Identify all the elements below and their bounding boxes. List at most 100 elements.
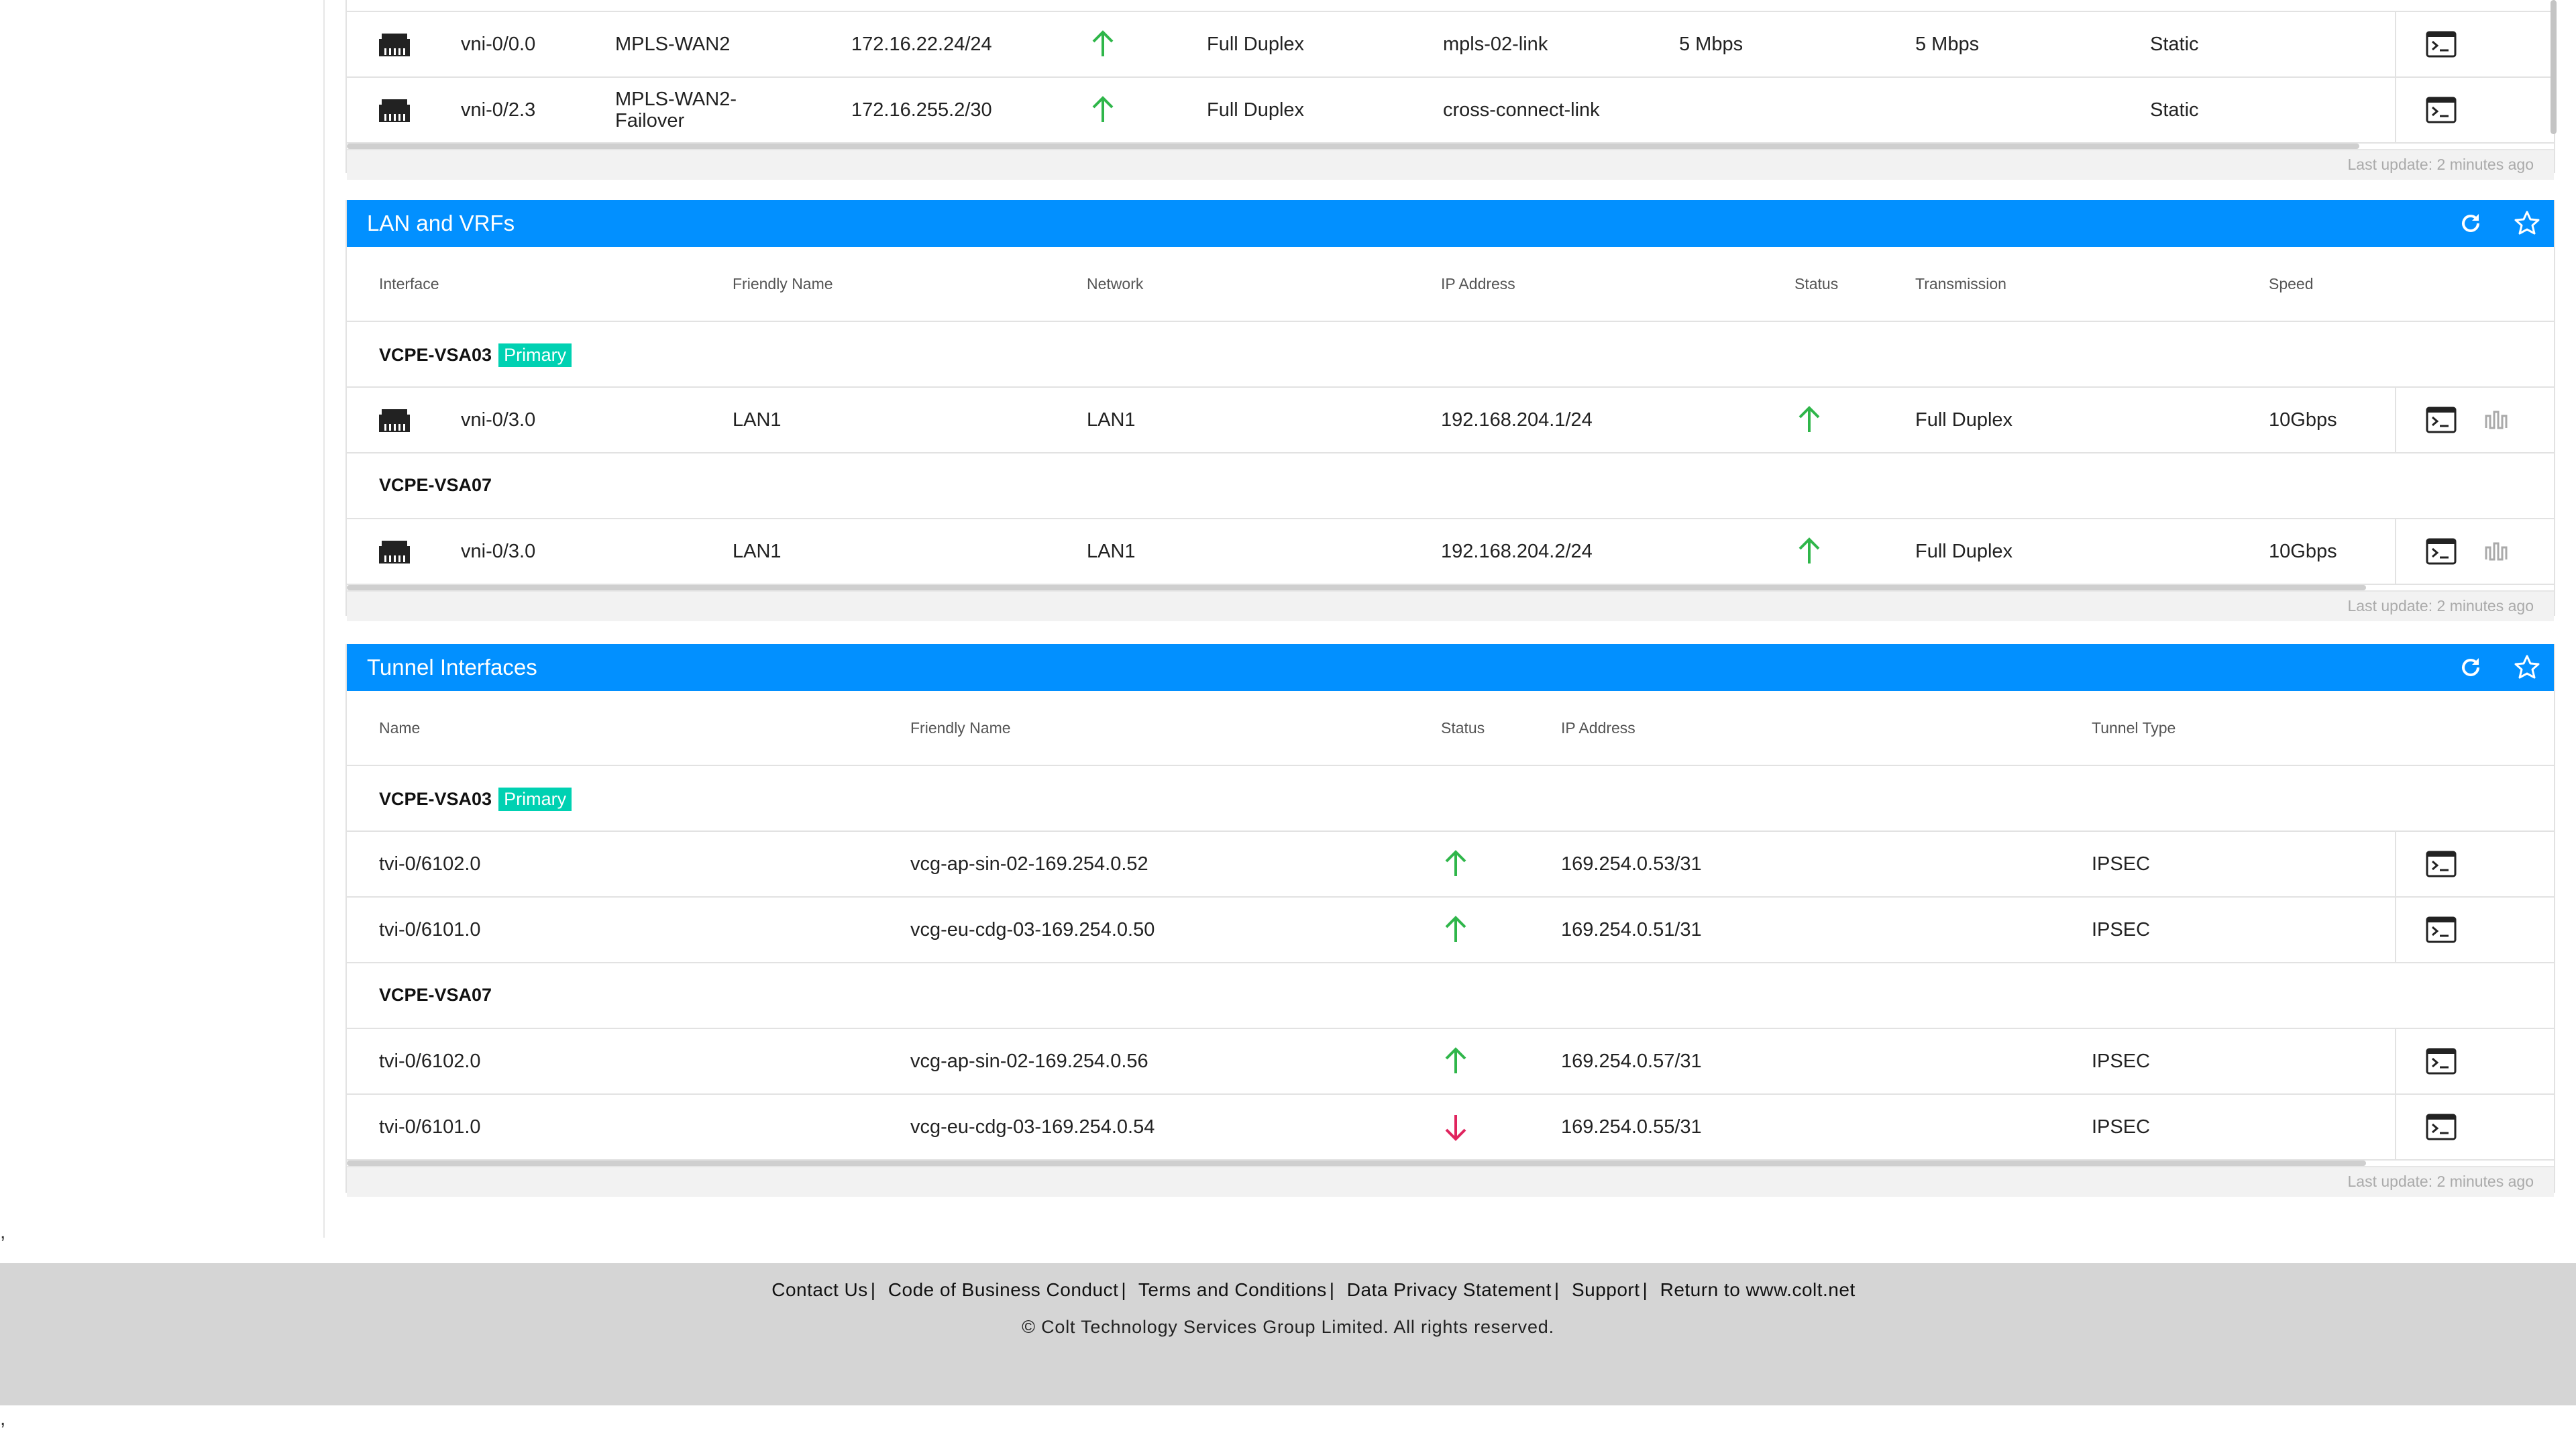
table-row: tvi-0/6102.0 vcg-ap-sin-02-169.254.0.56 …: [347, 1029, 2554, 1095]
terminal-icon: [2426, 97, 2457, 123]
last-update: Last update: 2 minutes ago: [2347, 597, 2534, 614]
terminal-button[interactable]: [2425, 1046, 2457, 1077]
group-header: VCPE-VSA07: [347, 963, 2554, 1029]
friendly-name: MPLS-WAN2: [615, 34, 731, 55]
arrow-up-icon: [1445, 1047, 1466, 1073]
table-row: vni-0/2.3 MPLS-WAN2-Failover 172.16.255.…: [347, 78, 2554, 144]
ethernet-port-icon: [379, 409, 410, 432]
terminal-icon: [2426, 407, 2457, 433]
terminal-button[interactable]: [2425, 405, 2457, 435]
star-icon: [2514, 655, 2540, 679]
column-header[interactable]: IP Address: [1441, 275, 1515, 293]
column-header[interactable]: Interface: [379, 275, 439, 293]
ip-address: 169.254.0.55/31: [1561, 1116, 1702, 1138]
horizontal-scrollbar[interactable]: [347, 1161, 2554, 1166]
actions-divider: [2395, 832, 2396, 896]
column-header[interactable]: Friendly Name: [733, 275, 833, 293]
table-row: tvi-0/6102.0 vcg-ap-sin-02-169.254.0.52 …: [347, 832, 2554, 898]
table-header: Name Friendly Name Status IP Address Tun…: [347, 691, 2554, 766]
horizontal-scrollbar[interactable]: [347, 585, 2554, 590]
table-row: vni-0/3.0 LAN1 LAN1 192.168.204.2/24 Ful…: [347, 519, 2554, 585]
tunnel-type: IPSEC: [2092, 1116, 2151, 1138]
column-header[interactable]: Tunnel Type: [2092, 719, 2176, 737]
scrollbar-thumb[interactable]: [347, 144, 2359, 149]
tunnel-name: tvi-0/6102.0: [379, 853, 481, 875]
refresh-icon: [2462, 214, 2479, 232]
interface-name: vni-0/3.0: [461, 409, 536, 431]
scrollbar-thumb[interactable]: [347, 585, 2366, 590]
column-header[interactable]: Status: [1794, 275, 1838, 293]
interface-name: vni-0/3.0: [461, 541, 536, 562]
terminal-button[interactable]: [2425, 1112, 2457, 1142]
refresh-button[interactable]: [2457, 654, 2484, 681]
horizontal-scrollbar[interactable]: [347, 144, 2554, 149]
actions-divider: [2395, 12, 2396, 76]
diagnostics-button[interactable]: [2480, 405, 2512, 435]
arrow-up-icon: [1092, 30, 1114, 56]
column-header[interactable]: Status: [1441, 719, 1485, 737]
lan-vrfs-panel: LAN and VRFs Interface Friendly Name Net…: [345, 200, 2555, 621]
transmission: Full Duplex: [1207, 99, 1305, 121]
terminal-button[interactable]: [2425, 95, 2457, 125]
footer-link-terms[interactable]: Terms and Conditions: [1138, 1279, 1327, 1300]
tunnel-name: tvi-0/6102.0: [379, 1051, 481, 1072]
terminal-button[interactable]: [2425, 849, 2457, 879]
last-update: Last update: 2 minutes ago: [2347, 1173, 2534, 1190]
interface-name: vni-0/0.0: [461, 34, 536, 55]
footer-link-contact[interactable]: Contact Us: [771, 1279, 868, 1300]
vertical-scrollbar-thumb[interactable]: [2551, 0, 2557, 134]
ip-address: 169.254.0.57/31: [1561, 1051, 1702, 1072]
column-header[interactable]: Transmission: [1915, 275, 2006, 293]
network: LAN1: [1087, 409, 1136, 431]
terminal-icon: [2426, 916, 2457, 943]
favorite-button[interactable]: [2514, 210, 2540, 237]
copyright: © Colt Technology Services Group Limited…: [1022, 1317, 1554, 1337]
arrow-up-icon: [1445, 850, 1466, 876]
ip-address: 169.254.0.51/31: [1561, 919, 1702, 941]
last-update: Last update: 2 minutes ago: [2347, 156, 2534, 173]
column-header[interactable]: Friendly Name: [910, 719, 1011, 737]
footer-link-privacy[interactable]: Data Privacy Statement: [1347, 1279, 1552, 1300]
address-type: Static: [2150, 34, 2199, 55]
vertical-scrollbar[interactable]: [2549, 0, 2559, 1449]
wan-panel: vni-0/0.0 MPLS-WAN2 172.16.22.24/24 Full…: [345, 0, 2555, 180]
actions-divider: [2395, 388, 2396, 452]
arrow-down-icon: [1445, 1115, 1466, 1141]
link-name: cross-connect-link: [1443, 99, 1600, 121]
link-name: mpls-02-link: [1443, 34, 1548, 55]
actions-divider: [2395, 78, 2396, 142]
favorite-button[interactable]: [2514, 654, 2540, 681]
arrow-up-icon: [1445, 916, 1466, 942]
refresh-button[interactable]: [2457, 210, 2484, 237]
terminal-button[interactable]: [2425, 29, 2457, 60]
friendly-name: MPLS-WAN2-Failover: [615, 89, 737, 131]
panel-title: LAN and VRFs: [367, 211, 515, 235]
star-icon: [2514, 211, 2540, 235]
panel-footer: Last update: 2 minutes ago: [347, 149, 2554, 180]
ip-address: 192.168.204.1/24: [1441, 409, 1593, 431]
device-name: VCPE-VSA03 Primary: [379, 788, 572, 811]
panel-title: Tunnel Interfaces: [367, 655, 537, 680]
footer-link-conduct[interactable]: Code of Business Conduct: [888, 1279, 1119, 1300]
terminal-icon: [2426, 31, 2457, 58]
sidebar-divider: [323, 0, 325, 1238]
column-header[interactable]: Speed: [2269, 275, 2314, 293]
panel-footer: Last update: 2 minutes ago: [347, 590, 2554, 621]
tunnel-type: IPSEC: [2092, 1051, 2151, 1072]
terminal-button[interactable]: [2425, 536, 2457, 567]
footer-link-colt[interactable]: Return to www.colt.net: [1660, 1279, 1856, 1300]
stray-text: ,: [0, 1221, 6, 1243]
column-header[interactable]: Name: [379, 719, 420, 737]
actions-divider: [2395, 898, 2396, 962]
tunnel-type: IPSEC: [2092, 853, 2151, 875]
column-header[interactable]: IP Address: [1561, 719, 1635, 737]
tunnel-name: tvi-0/6101.0: [379, 919, 481, 941]
terminal-icon: [2426, 1048, 2457, 1075]
table-row: tvi-0/6101.0 vcg-eu-cdg-03-169.254.0.54 …: [347, 1095, 2554, 1161]
column-header[interactable]: Network: [1087, 275, 1143, 293]
diagnostics-button[interactable]: [2480, 536, 2512, 567]
scrollbar-thumb[interactable]: [347, 1161, 2366, 1166]
terminal-icon: [2426, 1114, 2457, 1140]
footer-link-support[interactable]: Support: [1572, 1279, 1640, 1300]
terminal-button[interactable]: [2425, 914, 2457, 945]
